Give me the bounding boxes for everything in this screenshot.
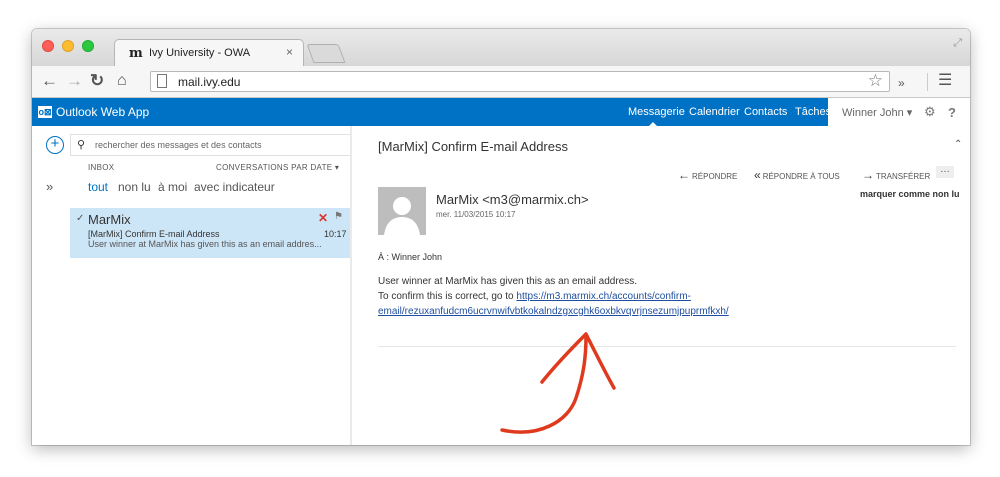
- minimize-window-button[interactable]: [62, 40, 74, 52]
- zoom-window-button[interactable]: [82, 40, 94, 52]
- new-tab-button[interactable]: [306, 44, 346, 63]
- reply-all-arrow-icon: «: [754, 168, 761, 182]
- search-icon: ⚲: [77, 139, 86, 151]
- nav-calendar[interactable]: Calendrier: [689, 106, 740, 118]
- owa-top-nav: o⊠ Outlook Web App Messagerie Calendrier…: [32, 98, 970, 127]
- favicon-icon: m: [129, 46, 143, 61]
- close-window-button[interactable]: [42, 40, 54, 52]
- search-placeholder: rechercher des messages et des contacts: [95, 140, 262, 150]
- app-title: Outlook Web App: [56, 105, 150, 119]
- bookmark-star-icon[interactable]: ☆: [868, 71, 883, 91]
- menu-hamburger-icon[interactable]: ☰: [938, 71, 952, 91]
- person-silhouette-icon: [378, 187, 426, 235]
- red-arrow-annotation: [500, 332, 616, 434]
- email-sender: MarMix <m3@marmix.ch>: [436, 192, 589, 207]
- settings-gear-icon[interactable]: ⚙: [924, 104, 936, 120]
- email-body-line-1: User winner at MarMix has given this as …: [378, 276, 637, 287]
- flag-icon[interactable]: ⚑: [334, 211, 343, 222]
- browser-tab[interactable]: m Ivy University - OWA ×: [114, 39, 304, 66]
- tab-close-icon[interactable]: ×: [286, 45, 293, 59]
- reply-button[interactable]: ← RÉPONDRE: [678, 168, 737, 182]
- email-date: mer. 11/03/2015 10:17: [436, 210, 516, 219]
- forward-arrow-icon[interactable]: →: [66, 71, 83, 91]
- help-icon[interactable]: ?: [948, 105, 956, 120]
- divider: [378, 346, 956, 347]
- reply-all-button[interactable]: «RÉPONDRE À TOUS: [754, 168, 840, 182]
- page-icon: [157, 74, 167, 88]
- filter-flagged[interactable]: avec indicateur: [194, 180, 275, 194]
- checkmark-icon[interactable]: ✓: [76, 213, 84, 224]
- url-text: mail.ivy.edu: [178, 75, 241, 89]
- nav-tasks[interactable]: Tâches: [795, 106, 831, 118]
- email-subject: [MarMix] Confirm E-mail Address: [378, 139, 568, 154]
- mark-unread-link[interactable]: marquer comme non lu: [860, 189, 960, 199]
- list-item[interactable]: ✓ MarMix ✕ ⚑ [MarMix] Confirm E-mail Add…: [70, 208, 352, 258]
- user-menu[interactable]: Winner John ▾: [842, 106, 912, 119]
- outlook-logo-icon: o⊠: [38, 106, 52, 118]
- expand-folders-icon[interactable]: »: [46, 179, 53, 194]
- message-list-pane: + ⚲ rechercher des messages et des conta…: [32, 126, 352, 445]
- delete-x-icon[interactable]: ✕: [318, 211, 328, 225]
- reload-icon[interactable]: ↻: [90, 71, 104, 91]
- home-icon[interactable]: ⌂: [117, 71, 127, 91]
- nav-mail[interactable]: Messagerie: [628, 106, 685, 118]
- browser-toolbar: ← → ↻ ⌂ mail.ivy.edu ☆ » ☰: [32, 66, 970, 98]
- email-body-prefix: To confirm this is correct, go to: [378, 291, 517, 302]
- fullscreen-icon[interactable]: ⤢: [953, 37, 962, 50]
- user-area: Winner John ▾ ⚙ ?: [828, 98, 970, 126]
- message-preview: User winner at MarMix has given this as …: [88, 239, 322, 249]
- reply-arrow-icon: ←: [678, 168, 690, 182]
- extensions-overflow-icon[interactable]: »: [898, 73, 905, 93]
- confirm-link-part2[interactable]: email/rezuxanfudcm6ucrvnwifvbtkokalndzgx…: [378, 306, 729, 317]
- filter-all[interactable]: tout: [88, 180, 108, 194]
- toolbar-divider: [927, 73, 928, 91]
- filter-unread[interactable]: non lu: [118, 180, 151, 194]
- new-message-plus-icon[interactable]: +: [46, 136, 64, 154]
- confirm-link-part1[interactable]: https://m3.marmix.ch/accounts/confirm-: [516, 291, 691, 302]
- reply-label: RÉPONDRE: [692, 172, 738, 181]
- reading-pane: [MarMix] Confirm E-mail Address ⌃ ← RÉPON…: [352, 126, 970, 445]
- avatar: [378, 187, 426, 235]
- message-sender: MarMix: [88, 212, 131, 227]
- more-actions-icon[interactable]: …: [936, 165, 954, 178]
- search-input[interactable]: ⚲ rechercher des messages et des contact…: [70, 134, 352, 156]
- filter-to-me[interactable]: à moi: [158, 180, 187, 194]
- sort-dropdown[interactable]: CONVERSATIONS PAR DATE ▾: [216, 163, 339, 172]
- nav-contacts[interactable]: Contacts: [744, 106, 787, 118]
- email-body-line-2: To confirm this is correct, go to https:…: [378, 291, 691, 302]
- address-bar[interactable]: mail.ivy.edu ☆: [150, 71, 890, 92]
- tab-strip: m Ivy University - OWA × ⤢: [32, 29, 970, 66]
- tab-title: Ivy University - OWA: [149, 47, 251, 59]
- message-time: 10:17: [324, 229, 347, 239]
- folder-label: INBOX: [88, 163, 115, 172]
- forward-label: TRANSFÉRER: [876, 172, 931, 181]
- collapse-icon[interactable]: ⌃: [954, 139, 962, 150]
- forward-button[interactable]: → TRANSFÉRER: [862, 168, 930, 182]
- message-subject: [MarMix] Confirm E-mail Address: [88, 229, 220, 239]
- forward-arrow-icon: →: [862, 168, 874, 182]
- back-arrow-icon[interactable]: ←: [41, 71, 58, 91]
- browser-window: m Ivy University - OWA × ⤢ ← → ↻ ⌂ mail.…: [32, 29, 970, 445]
- email-to: À : Winner John: [378, 252, 443, 262]
- reply-all-label: RÉPONDRE À TOUS: [762, 172, 840, 181]
